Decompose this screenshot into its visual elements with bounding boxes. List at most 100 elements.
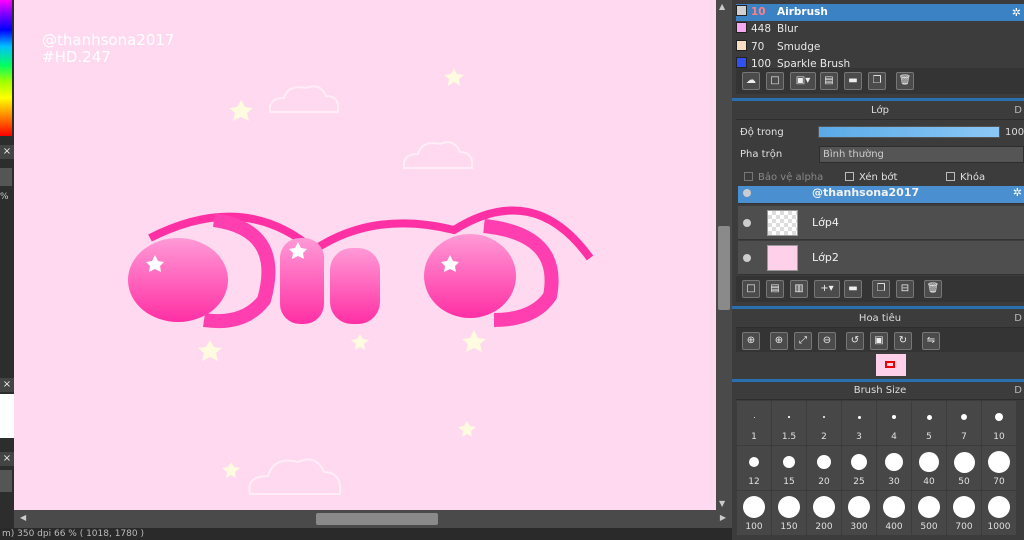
scroll-left-icon[interactable]: ◀ — [20, 513, 26, 522]
copy-brush-button[interactable]: ▤ — [820, 72, 838, 90]
brush-size-cell[interactable]: 4 — [877, 401, 911, 445]
close-icon[interactable]: × — [0, 452, 14, 466]
flip-button[interactable]: ⇋ — [922, 332, 940, 350]
vertical-scroll-thumb[interactable] — [718, 226, 730, 310]
close-icon[interactable]: × — [0, 378, 14, 392]
brush-size-cell[interactable]: 400 — [877, 491, 911, 535]
navigator-header: Hoa tiêu D — [736, 310, 1024, 328]
layer-row[interactable]: Lớp2 — [738, 241, 1024, 275]
new-layer-button[interactable]: □ — [742, 280, 760, 298]
navigator-view[interactable] — [736, 352, 1024, 378]
checkbox-box[interactable] — [744, 172, 753, 181]
opacity-slider[interactable] — [818, 126, 1000, 138]
gear-icon[interactable]: ✲ — [1013, 186, 1022, 199]
brush-size-dot — [988, 496, 1010, 518]
brush-list-item[interactable]: 70 Smudge — [736, 39, 1024, 56]
color-preview[interactable] — [0, 168, 12, 186]
brush-size-dot — [749, 457, 759, 467]
layer-row[interactable]: Lớp4 — [738, 206, 1024, 240]
brush-size-cell[interactable]: 7 — [947, 401, 981, 445]
brush-size-cell[interactable]: 25 — [842, 446, 876, 490]
visibility-icon[interactable] — [743, 254, 751, 262]
new-brush-button[interactable]: □ — [766, 72, 784, 90]
rotate-right-button[interactable]: ↻ — [894, 332, 912, 350]
brush-size-cell[interactable]: 70 — [982, 446, 1016, 490]
new-layer-file-button[interactable]: ▥ — [790, 280, 808, 298]
hue-slider[interactable] — [0, 0, 12, 136]
brush-size-label: 150 — [780, 522, 798, 532]
new-layer-copy-button[interactable]: ▤ — [766, 280, 784, 298]
brush-size-cell[interactable]: 30 — [877, 446, 911, 490]
vertical-scrollbar[interactable]: ▲ ▼ — [716, 0, 732, 510]
brush-list-item[interactable]: 10 Airbrush ✲ — [736, 4, 1024, 21]
scroll-right-icon[interactable]: ▶ — [720, 513, 726, 522]
brush-size-label: 7 — [961, 432, 967, 442]
lock-checkbox[interactable]: Khóa — [946, 172, 985, 183]
brush-size-cell[interactable]: 3 — [842, 401, 876, 445]
checkbox-box[interactable] — [845, 172, 854, 181]
brush-size-cell[interactable]: 1 — [737, 401, 771, 445]
actual-size-button[interactable]: ▣ — [870, 332, 888, 350]
folder-button[interactable]: ▬ — [844, 72, 862, 90]
trash-icon[interactable]: 🗑 — [896, 72, 914, 90]
horizontal-scroll-thumb[interactable] — [316, 513, 438, 525]
navigator-viewport-rect[interactable] — [885, 361, 895, 368]
zoom-in-icon[interactable]: ⊕ — [742, 332, 760, 350]
material-preview[interactable] — [0, 470, 12, 492]
brush-size-cell[interactable]: 50 — [947, 446, 981, 490]
brush-size-dot — [926, 414, 932, 420]
checkbox-box[interactable] — [946, 172, 955, 181]
drawing-canvas[interactable]: @thanhsona2017 #HD.247 — [14, 0, 716, 510]
duplicate-button[interactable]: ❐ — [868, 72, 886, 90]
brush-size-cell[interactable]: 5 — [912, 401, 946, 445]
duplicate-layer-button[interactable]: ❐ — [872, 280, 890, 298]
horizontal-scrollbar[interactable]: ◀ ▶ — [14, 510, 732, 528]
zoom-in-button[interactable]: ⊕ — [770, 332, 788, 350]
rotate-left-button[interactable]: ↺ — [846, 332, 864, 350]
protect-alpha-checkbox[interactable]: Bảo vệ alpha — [744, 172, 823, 183]
brush-size-cell[interactable]: 700 — [947, 491, 981, 535]
brush-size-dot — [753, 416, 755, 418]
layer-row[interactable]: @thanhsona2017 ✲ — [738, 186, 1024, 204]
brush-size-cell[interactable]: 100 — [737, 491, 771, 535]
clipping-checkbox[interactable]: Xén bớt — [845, 172, 897, 183]
brush-size-cell[interactable]: 150 — [772, 491, 806, 535]
close-icon[interactable]: × — [0, 145, 14, 159]
add-layer-menu-button[interactable]: +▾ — [814, 280, 840, 298]
add-brush-menu-button[interactable]: ▣▾ — [790, 72, 816, 90]
brush-size-value: 10 — [751, 6, 766, 18]
brush-size-cell[interactable]: 10 — [982, 401, 1016, 445]
watermark-line: @thanhsona2017 — [42, 31, 175, 49]
brush-size-cell[interactable]: 15 — [772, 446, 806, 490]
scroll-down-icon[interactable]: ▼ — [719, 499, 725, 508]
trash-icon[interactable]: 🗑 — [924, 280, 942, 298]
brush-size-cell[interactable]: 2 — [807, 401, 841, 445]
brush-size-cell[interactable]: 300 — [842, 491, 876, 535]
brush-size-cell[interactable]: 1000 — [982, 491, 1016, 535]
panel-corner-label[interactable]: D — [1014, 382, 1022, 400]
brush-size-label: 400 — [885, 522, 903, 532]
brush-size-label: 40 — [923, 477, 935, 487]
brush-size-cell[interactable]: 1.5 — [772, 401, 806, 445]
brush-size-label: 30 — [888, 477, 900, 487]
gear-icon[interactable]: ✲ — [1012, 4, 1021, 21]
visibility-icon[interactable] — [743, 189, 751, 197]
brush-size-cell[interactable]: 40 — [912, 446, 946, 490]
panel-corner-label[interactable]: D — [1014, 310, 1022, 328]
brush-settings-button[interactable]: ☁ — [742, 72, 760, 90]
folder-button[interactable]: ▬ — [844, 280, 862, 298]
brush-list-item[interactable]: 448 Blur — [736, 21, 1024, 38]
brush-size-cell[interactable]: 500 — [912, 491, 946, 535]
brush-size-cell[interactable]: 12 — [737, 446, 771, 490]
merge-layer-button[interactable]: ⊟ — [896, 280, 914, 298]
scroll-up-icon[interactable]: ▲ — [719, 2, 725, 11]
lock-label: Khóa — [960, 172, 986, 183]
brush-size-cell[interactable]: 200 — [807, 491, 841, 535]
brush-size-cell[interactable]: 20 — [807, 446, 841, 490]
panel-corner-label[interactable]: D — [1014, 102, 1022, 120]
layer-name: Lớp2 — [812, 251, 839, 264]
visibility-icon[interactable] — [743, 219, 751, 227]
blend-mode-select[interactable]: Bình thường — [819, 146, 1024, 163]
zoom-out-icon[interactable]: ⊖ — [818, 332, 836, 350]
fit-screen-button[interactable]: ⤢ — [794, 332, 812, 350]
